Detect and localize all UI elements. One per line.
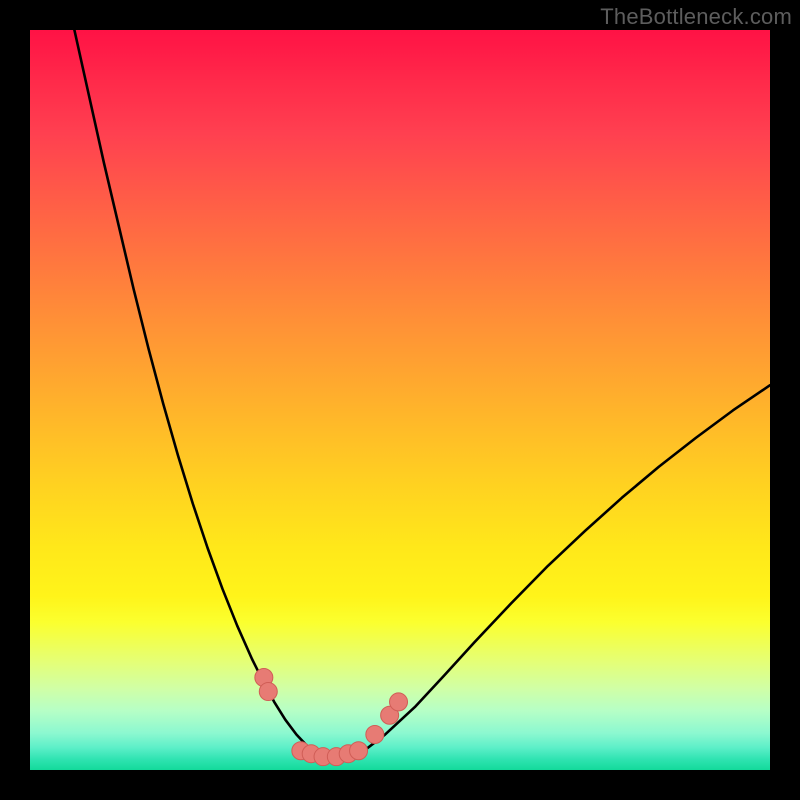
curve-marker	[350, 742, 368, 760]
chart-overlay	[30, 30, 770, 770]
curve-marker	[366, 725, 384, 743]
watermark-text: TheBottleneck.com	[600, 4, 792, 30]
curve-marker	[390, 693, 408, 711]
chart-frame: TheBottleneck.com	[0, 0, 800, 800]
plot-area	[30, 30, 770, 770]
curve-marker	[259, 683, 277, 701]
curve-markers	[255, 669, 408, 766]
bottleneck-curve	[74, 30, 770, 759]
